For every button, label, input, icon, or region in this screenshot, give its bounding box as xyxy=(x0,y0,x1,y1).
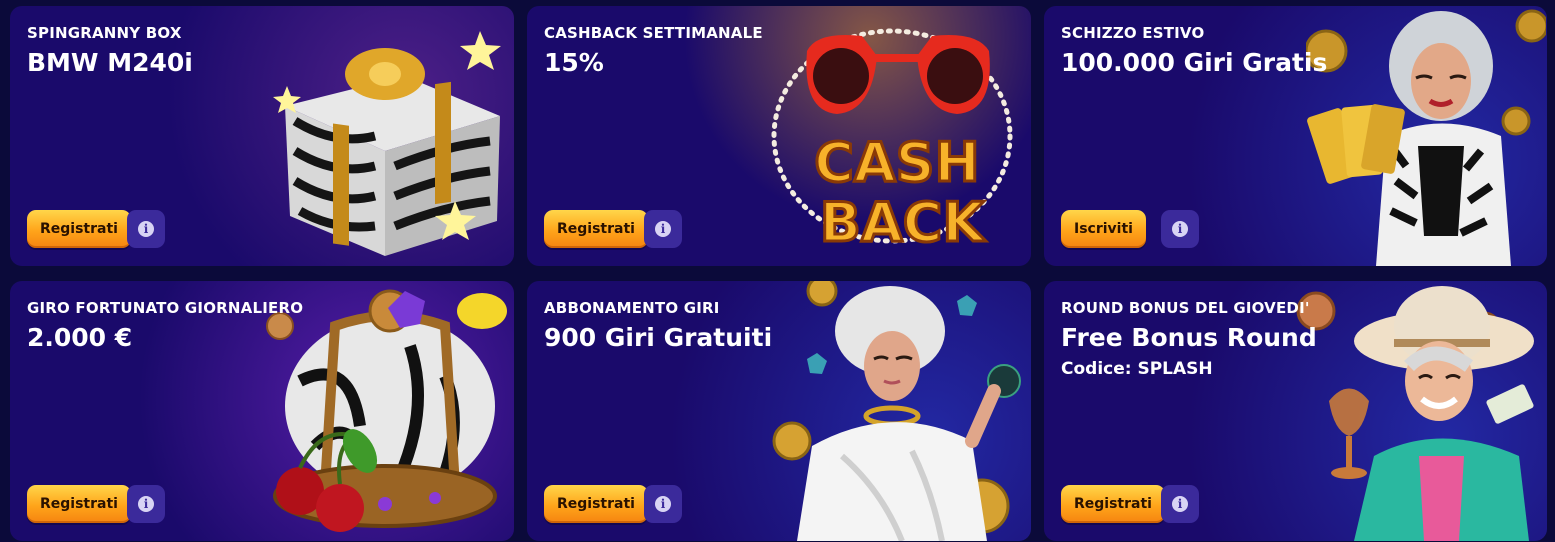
register-button[interactable]: Registrati xyxy=(27,485,131,523)
promo-label: SPINGRANNY BOX xyxy=(27,24,182,42)
subscribe-button[interactable]: Iscriviti xyxy=(1061,210,1146,248)
granny-with-hat-icon xyxy=(1296,286,1534,541)
granny-with-tickets-icon xyxy=(1306,9,1546,266)
register-button[interactable]: Registrati xyxy=(27,210,131,248)
cashback-sunglasses-icon: CASH BACK xyxy=(771,28,1013,256)
info-icon: i xyxy=(1172,496,1188,512)
promo-title: BMW M240i xyxy=(27,48,193,77)
register-button[interactable]: Registrati xyxy=(544,485,648,523)
info-button[interactable]: i xyxy=(1161,485,1199,523)
info-icon: i xyxy=(138,221,154,237)
promo-card-spingranny-box: SPINGRANNY BOX BMW M240i Registrati i xyxy=(10,6,514,266)
gift-box-icon xyxy=(273,31,501,256)
register-button[interactable]: Registrati xyxy=(544,210,648,248)
info-icon: i xyxy=(138,496,154,512)
promo-card-schizzo-estivo: SCHIZZO ESTIVO 100.000 Giri Gratis Iscri… xyxy=(1044,6,1547,266)
info-button[interactable]: i xyxy=(127,485,165,523)
promo-card-cashback: CASHBACK SETTIMANALE 15% CASH BACK Regis… xyxy=(527,6,1031,266)
promo-label: ABBONAMENTO GIRI xyxy=(544,299,720,317)
promo-card-round-bonus: ROUND BONUS DEL GIOVEDI' Free Bonus Roun… xyxy=(1044,281,1547,541)
granny-toga-icon xyxy=(772,281,1021,541)
promo-title: 15% xyxy=(544,48,604,77)
crown-icon xyxy=(266,289,507,532)
back-art-text: BACK xyxy=(820,191,987,254)
promo-card-giro-fortunato: GIRO FORTUNATO GIORNALIERO 2.000 € Regis… xyxy=(10,281,514,541)
promo-label: CASHBACK SETTIMANALE xyxy=(544,24,763,42)
info-button[interactable]: i xyxy=(644,485,682,523)
register-button[interactable]: Registrati xyxy=(1061,485,1165,523)
info-button[interactable]: i xyxy=(127,210,165,248)
promo-code: Codice: SPLASH xyxy=(1061,359,1213,379)
promotions-grid: SPINGRANNY BOX BMW M240i Registrati i CA… xyxy=(0,0,1555,542)
promo-title: Free Bonus Round xyxy=(1061,323,1317,352)
info-button[interactable]: i xyxy=(1161,210,1199,248)
info-icon: i xyxy=(655,221,671,237)
promo-label: GIRO FORTUNATO GIORNALIERO xyxy=(27,299,304,317)
promo-title: 900 Giri Gratuiti xyxy=(544,323,773,352)
promo-card-abbonamento-giri: ABBONAMENTO GIRI 900 Giri Gratuiti Regis… xyxy=(527,281,1031,541)
promo-title: 100.000 Giri Gratis xyxy=(1061,48,1328,77)
promo-label: SCHIZZO ESTIVO xyxy=(1061,24,1205,42)
info-button[interactable]: i xyxy=(644,210,682,248)
cash-art-text: CASH xyxy=(814,131,980,194)
info-icon: i xyxy=(655,496,671,512)
info-icon: i xyxy=(1172,221,1188,237)
promo-title: 2.000 € xyxy=(27,323,133,352)
promo-label: ROUND BONUS DEL GIOVEDI' xyxy=(1061,299,1310,317)
